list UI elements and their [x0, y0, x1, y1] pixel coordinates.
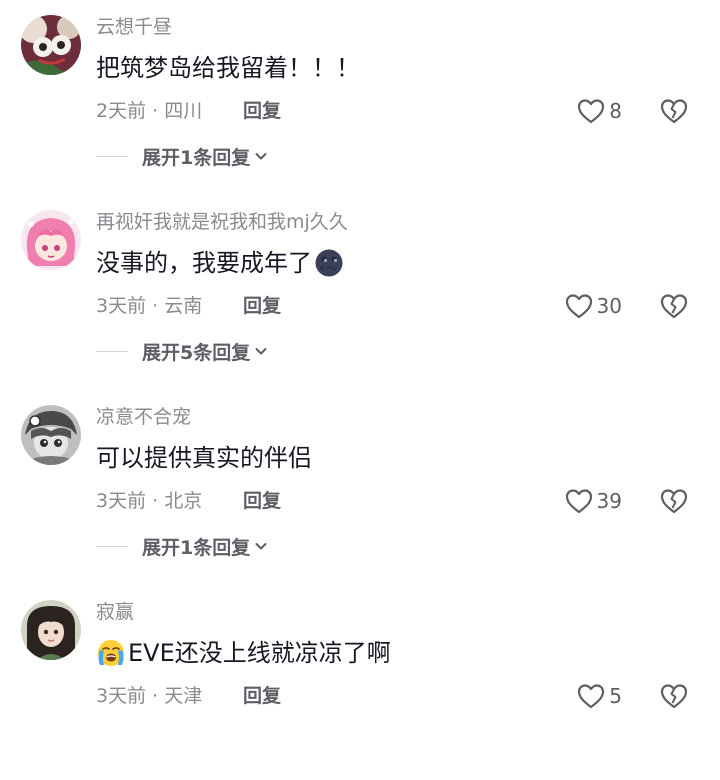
- comment-meta: 3天前 · 北京: [96, 490, 203, 512]
- comment-text-body: 可以提供真实的伴侣: [96, 444, 312, 472]
- comment-text: 可以提供真实的伴侣: [96, 441, 312, 475]
- divider-line: [96, 350, 128, 352]
- comment-text: 把筑梦岛给我留着！！！: [96, 51, 360, 85]
- comment-text-body: EVE还没上线就凉凉了啊: [128, 639, 391, 667]
- like-count: 8: [609, 99, 622, 123]
- expand-replies-label: 展开1条回复: [142, 536, 251, 559]
- avatar[interactable]: [21, 15, 81, 75]
- broken-heart-icon[interactable]: [660, 97, 688, 125]
- chevron-down-icon: [255, 153, 267, 160]
- divider-line: [96, 545, 128, 547]
- like-count: 30: [596, 294, 622, 318]
- reply-button[interactable]: 回复: [243, 96, 281, 126]
- expand-replies-button[interactable]: 展开1条回复: [96, 531, 268, 561]
- comment-meta: 2天前 · 四川: [96, 100, 203, 122]
- username[interactable]: 再视奸我就是祝我和我mj久久: [96, 209, 348, 235]
- like-button[interactable]: 8: [577, 95, 622, 127]
- like-button[interactable]: 39: [565, 485, 622, 517]
- like-button[interactable]: 30: [565, 290, 622, 322]
- comment-item: 凉意不合宠 可以提供真实的伴侣 3天前 · 北京 回复 39 展开1条回复: [0, 390, 720, 585]
- expand-replies-button[interactable]: 展开5条回复: [96, 336, 268, 366]
- avatar[interactable]: [21, 600, 81, 660]
- broken-heart-icon[interactable]: [660, 682, 688, 710]
- expand-replies-button[interactable]: 展开1条回复: [96, 141, 268, 171]
- divider-line: [96, 155, 128, 157]
- expand-replies-label: 展开5条回复: [142, 341, 251, 364]
- comment-meta: 3天前 · 天津: [96, 685, 203, 707]
- avatar[interactable]: [21, 405, 81, 465]
- comment-text: EVE还没上线就凉凉了啊: [96, 636, 391, 670]
- heart-icon: [565, 294, 592, 319]
- comment-item: 寂赢 EVE还没上线就凉凉了啊 3天前 · 天津 回复 5: [0, 585, 720, 780]
- username[interactable]: 凉意不合宠: [96, 404, 191, 430]
- chevron-down-icon: [255, 543, 267, 550]
- username[interactable]: 寂赢: [96, 599, 134, 625]
- expand-replies-label: 展开1条回复: [142, 146, 251, 169]
- reply-button[interactable]: 回复: [243, 486, 281, 516]
- comment-text: 没事的，我要成年了: [96, 246, 344, 280]
- chevron-down-icon: [255, 348, 267, 355]
- new-moon-face-emoji-icon: [314, 248, 344, 278]
- comment-meta: 3天前 · 云南: [96, 295, 203, 317]
- reply-button[interactable]: 回复: [243, 681, 281, 711]
- comment-text-body: 没事的，我要成年了: [96, 249, 312, 277]
- reply-button[interactable]: 回复: [243, 291, 281, 321]
- broken-heart-icon[interactable]: [660, 292, 688, 320]
- heart-icon: [578, 684, 605, 709]
- like-count: 5: [609, 684, 622, 708]
- loudly-crying-emoji-icon: [96, 638, 126, 668]
- heart-icon: [578, 99, 605, 124]
- comment-text-body: 把筑梦岛给我留着！！！: [96, 54, 360, 82]
- username[interactable]: 云想千昼: [96, 14, 172, 40]
- broken-heart-icon[interactable]: [660, 487, 688, 515]
- like-button[interactable]: 5: [577, 680, 622, 712]
- like-count: 39: [596, 489, 622, 513]
- avatar[interactable]: [21, 210, 81, 270]
- heart-icon: [565, 489, 592, 514]
- comment-item: 云想千昼 把筑梦岛给我留着！！！ 2天前 · 四川 回复 8 展开1条回复: [0, 0, 720, 195]
- comment-item: 再视奸我就是祝我和我mj久久 没事的，我要成年了 3天前 · 云南 回复 30: [0, 195, 720, 390]
